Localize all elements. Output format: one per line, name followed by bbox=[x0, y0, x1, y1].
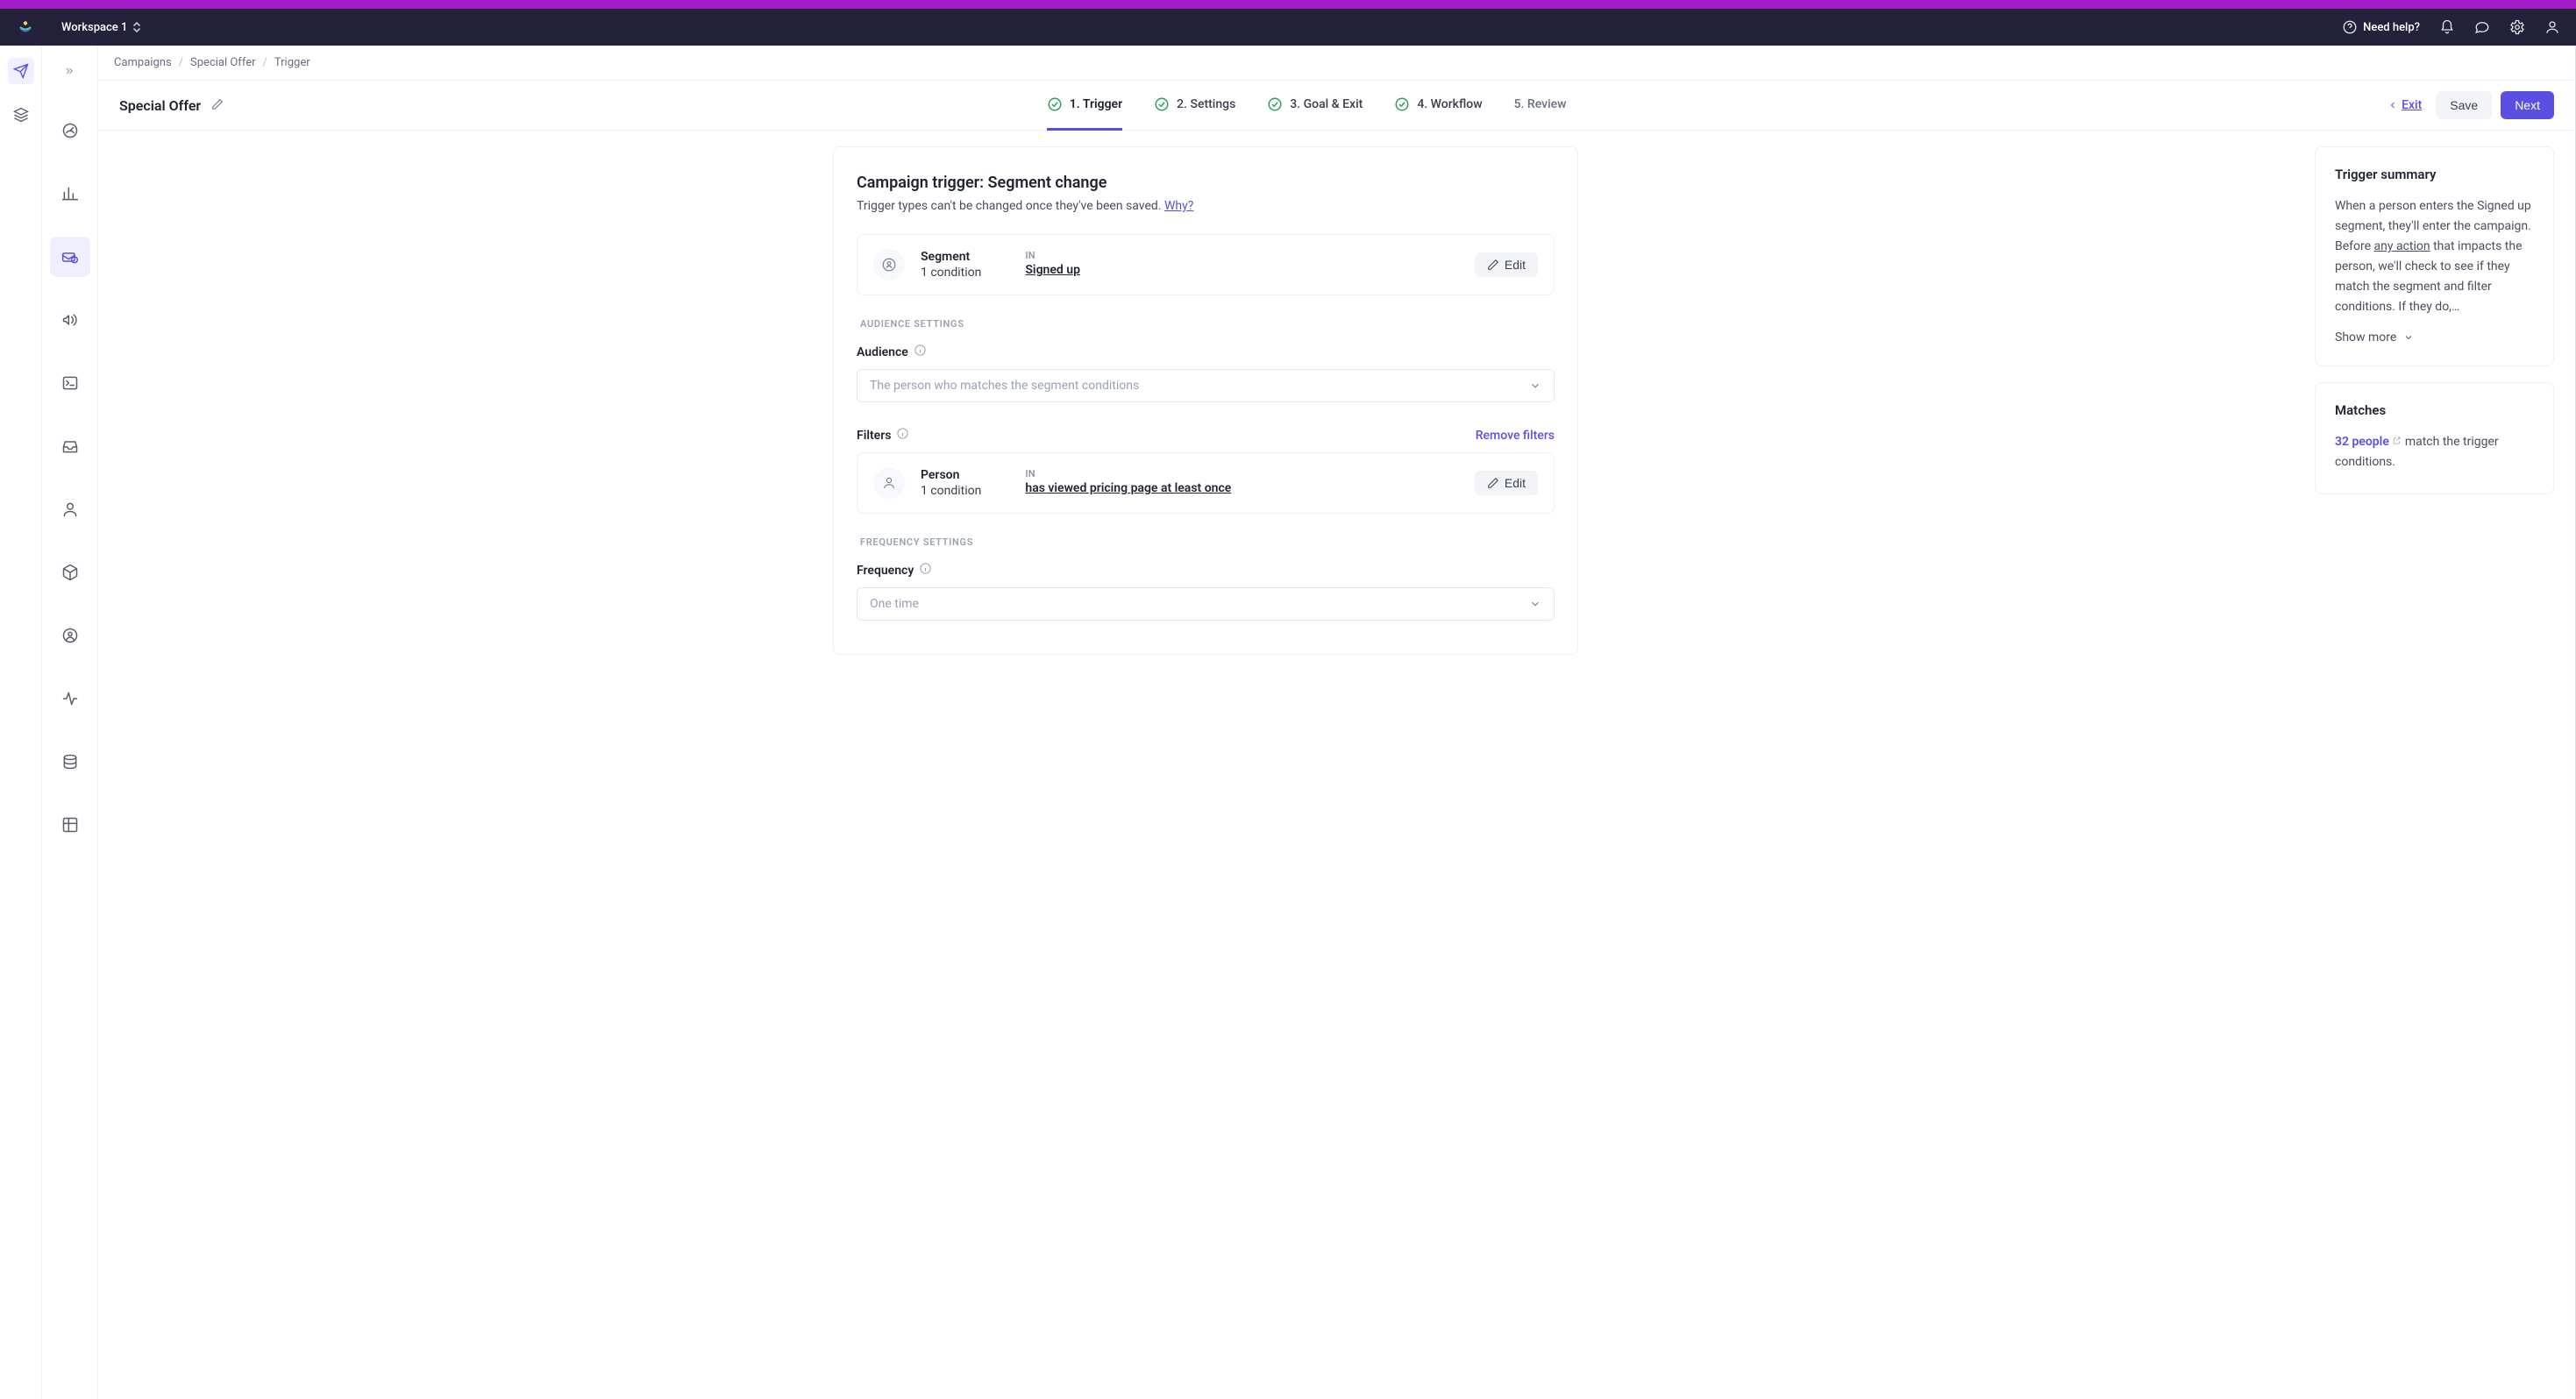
sidebar bbox=[42, 46, 98, 1399]
sidebar-item-data[interactable] bbox=[50, 742, 90, 782]
chevron-down-icon bbox=[2403, 332, 2414, 343]
step-workflow[interactable]: 4. Workflow bbox=[1394, 80, 1482, 131]
matches-body: 32 people match the trigger conditions. bbox=[2335, 432, 2534, 472]
summary-body: When a person enters the Signed up segme… bbox=[2335, 196, 2534, 318]
gear-icon[interactable] bbox=[2509, 19, 2525, 35]
edit-title-button[interactable] bbox=[211, 98, 225, 112]
user-icon[interactable] bbox=[2544, 19, 2560, 35]
edit-segment-button[interactable]: Edit bbox=[1475, 252, 1538, 277]
audience-select-value: The person who matches the segment condi… bbox=[870, 379, 1139, 393]
segment-label: Segment bbox=[921, 250, 981, 264]
help-circle-icon bbox=[2342, 19, 2358, 35]
sidebar-item-segment[interactable] bbox=[50, 615, 90, 656]
frequency-select-value: One time bbox=[870, 597, 919, 611]
sidebar-item-campaigns[interactable] bbox=[50, 237, 90, 277]
show-more-link[interactable]: Show more bbox=[2335, 330, 2534, 344]
sidebar-item-activity[interactable] bbox=[50, 678, 90, 719]
any-action-link[interactable]: any action bbox=[2374, 239, 2430, 253]
matches-card: Matches 32 people match the trigger cond… bbox=[2315, 382, 2554, 494]
matches-count-link[interactable]: 32 people bbox=[2335, 435, 2389, 449]
sidebar-item-broadcast[interactable] bbox=[50, 300, 90, 340]
workspace-name: Workspace 1 bbox=[61, 21, 127, 34]
check-circle-icon bbox=[1394, 96, 1410, 112]
segment-row: Segment 1 condition IN Signed up Edit bbox=[857, 234, 1555, 295]
page-header: Special Offer 1. Trigger 2. Settings 3. … bbox=[98, 80, 2575, 131]
exit-link[interactable]: Exit bbox=[2387, 98, 2422, 112]
step-review[interactable]: 5. Review bbox=[1514, 80, 1567, 131]
segment-in-label: IN bbox=[1025, 250, 1080, 261]
app-logo-icon bbox=[16, 18, 35, 37]
save-button[interactable]: Save bbox=[2436, 91, 2492, 119]
sidebar-item-component[interactable] bbox=[50, 805, 90, 845]
rail-item-layers[interactable] bbox=[8, 102, 34, 128]
card-subtitle: Trigger types can't be changed once they… bbox=[857, 199, 1555, 213]
sidebar-item-inbox[interactable] bbox=[50, 426, 90, 466]
topbar: Workspace 1 Need help? bbox=[0, 9, 2576, 46]
step-goal-exit[interactable]: 3. Goal & Exit bbox=[1267, 80, 1363, 131]
segment-icon bbox=[873, 249, 905, 281]
why-link[interactable]: Why? bbox=[1164, 199, 1193, 213]
segment-value-link[interactable]: Signed up bbox=[1025, 263, 1080, 277]
rail-item-send[interactable] bbox=[8, 58, 34, 84]
person-condition-count: 1 condition bbox=[921, 484, 981, 498]
check-circle-icon bbox=[1267, 96, 1283, 112]
chevron-down-icon bbox=[1529, 598, 1541, 610]
step-settings[interactable]: 2. Settings bbox=[1154, 80, 1235, 131]
step-trigger[interactable]: 1. Trigger bbox=[1047, 80, 1122, 131]
audience-section-label: AUDIENCE SETTINGS bbox=[860, 318, 1555, 330]
info-icon[interactable] bbox=[896, 427, 909, 444]
next-button[interactable]: Next bbox=[2501, 91, 2554, 119]
check-circle-icon bbox=[1154, 96, 1170, 112]
sidebar-item-people[interactable] bbox=[50, 489, 90, 529]
sidebar-item-dashboard[interactable] bbox=[50, 110, 90, 151]
check-circle-icon bbox=[1047, 96, 1063, 112]
need-help-label: Need help? bbox=[2363, 21, 2420, 34]
breadcrumb-campaigns[interactable]: Campaigns bbox=[114, 56, 172, 69]
side-column: Trigger summary When a person enters the… bbox=[2315, 146, 2554, 494]
external-link-icon bbox=[2392, 435, 2402, 449]
breadcrumb: Campaigns / Special Offer / Trigger bbox=[98, 46, 2575, 80]
info-icon[interactable] bbox=[919, 562, 932, 579]
wizard-steps: 1. Trigger 2. Settings 3. Goal & Exit 4.… bbox=[1047, 80, 1567, 131]
content-area: Campaigns / Special Offer / Trigger Spec… bbox=[98, 46, 2576, 1399]
frequency-section-label: FREQUENCY SETTINGS bbox=[860, 536, 1555, 548]
need-help-link[interactable]: Need help? bbox=[2342, 19, 2420, 35]
expand-sidebar-icon[interactable] bbox=[57, 58, 83, 84]
breadcrumb-current: Trigger bbox=[274, 56, 310, 69]
sidebar-item-terminal[interactable] bbox=[50, 363, 90, 403]
bell-icon[interactable] bbox=[2439, 19, 2455, 35]
remove-filters-link[interactable]: Remove filters bbox=[1476, 429, 1555, 443]
chevron-down-icon bbox=[1529, 380, 1541, 392]
chat-icon[interactable] bbox=[2474, 19, 2490, 35]
workspace-switcher[interactable]: Workspace 1 bbox=[61, 21, 141, 34]
sidebar-item-content[interactable] bbox=[50, 552, 90, 593]
person-icon bbox=[873, 467, 905, 499]
frequency-field-label: Frequency bbox=[857, 562, 1555, 579]
person-filter-row: Person 1 condition IN has viewed pricing… bbox=[857, 452, 1555, 514]
edit-filter-button[interactable]: Edit bbox=[1475, 471, 1538, 495]
sidebar-item-analytics[interactable] bbox=[50, 174, 90, 214]
segment-condition-count: 1 condition bbox=[921, 266, 981, 280]
summary-card: Trigger summary When a person enters the… bbox=[2315, 146, 2554, 366]
body-row: Campaign trigger: Segment change Trigger… bbox=[98, 131, 2575, 671]
person-in-label: IN bbox=[1025, 468, 1231, 479]
breadcrumb-special-offer[interactable]: Special Offer bbox=[190, 56, 255, 69]
chevron-updown-icon bbox=[132, 22, 141, 32]
matches-title: Matches bbox=[2335, 402, 2534, 418]
trigger-card: Campaign trigger: Segment change Trigger… bbox=[833, 146, 1578, 655]
filters-field-label: Filters bbox=[857, 427, 909, 444]
page-title: Special Offer bbox=[119, 97, 201, 114]
audience-field-label: Audience bbox=[857, 344, 1555, 360]
summary-title: Trigger summary bbox=[2335, 167, 2534, 182]
audience-select[interactable]: The person who matches the segment condi… bbox=[857, 369, 1555, 402]
card-title: Campaign trigger: Segment change bbox=[857, 174, 1555, 192]
person-value-link[interactable]: has viewed pricing page at least once bbox=[1025, 481, 1231, 495]
person-label: Person bbox=[921, 468, 981, 482]
module-rail bbox=[0, 46, 42, 1399]
info-icon[interactable] bbox=[914, 344, 927, 360]
frequency-select[interactable]: One time bbox=[857, 587, 1555, 621]
browser-accent-strip bbox=[0, 0, 2576, 9]
